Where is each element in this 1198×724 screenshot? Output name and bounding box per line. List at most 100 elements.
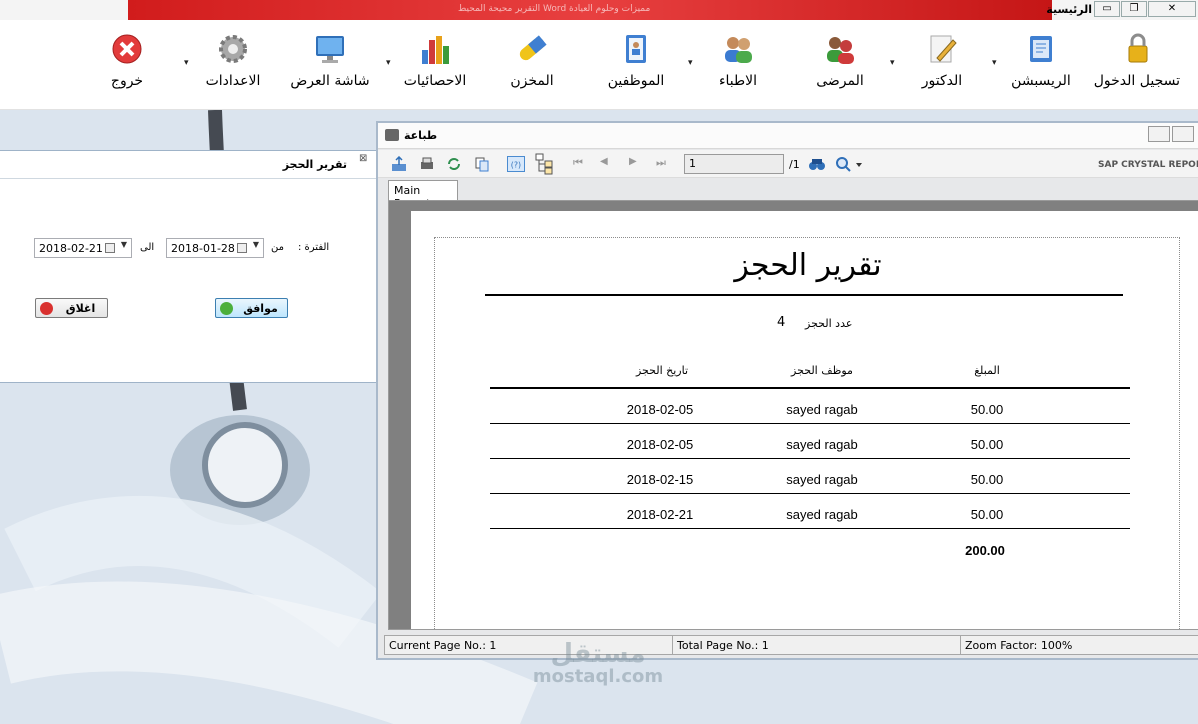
from-label: من	[271, 242, 284, 253]
toolbar-employees[interactable]: الموظفين	[604, 32, 668, 89]
previous-page-icon[interactable]: ◀	[600, 156, 618, 172]
chevron-down-icon[interactable]: ▾	[890, 58, 895, 68]
toolbar-exit[interactable]: خروج	[104, 32, 150, 89]
exit-icon	[112, 34, 142, 64]
dialog-close-icon[interactable]: ⊠	[359, 153, 373, 167]
chevron-down-icon[interactable]: ▾	[992, 58, 997, 68]
group-tree-icon[interactable]	[535, 153, 553, 175]
first-page-icon[interactable]: ⏮	[573, 156, 591, 172]
watermark-arabic: مستقل	[550, 639, 646, 669]
calendar-icon[interactable]	[237, 243, 247, 253]
address-book-icon	[626, 35, 646, 63]
banner: مميزات وحلوم العيادة Word التقرير محيحة …	[128, 0, 1052, 20]
calendar-icon[interactable]	[105, 243, 115, 253]
main-toolbar: تسجيل الدخول الريسبشن ▾ الدكتور ▾ المرضى…	[0, 20, 1198, 110]
gear-icon	[219, 35, 247, 63]
status-zoom: Zoom Factor: 100%	[965, 639, 1073, 652]
cell-date: 2018-02-05	[626, 402, 694, 417]
toolbar-settings-label: الاعدادات	[205, 73, 261, 89]
copy-icon[interactable]	[473, 156, 491, 172]
dialog-title: تقرير الحجز	[282, 158, 347, 171]
from-date-value: 2018-01-28	[171, 242, 235, 255]
print-icon[interactable]	[418, 156, 436, 172]
toolbar-doctors[interactable]: الاطباء	[706, 32, 770, 89]
close-icon	[40, 302, 53, 315]
notepad-icon	[1030, 36, 1052, 62]
dialog-titlebar: تقرير الحجز ⊠	[0, 151, 377, 179]
tab-main-report[interactable]: Main Report	[388, 180, 458, 210]
page-number-input[interactable]: 1	[684, 154, 784, 174]
toolbar-doctor[interactable]: الدكتور	[910, 32, 974, 89]
toolbar-doctors-label: الاطباء	[718, 73, 758, 89]
close-button[interactable]: ✕	[1148, 1, 1196, 17]
cell-amount: 50.00	[970, 507, 1004, 522]
refresh-icon[interactable]	[445, 156, 463, 172]
to-date-picker[interactable]: 2018-02-21 ▼	[34, 238, 132, 258]
period-label: الفترة :	[298, 242, 330, 253]
toolbar-patients[interactable]: المرضى	[808, 32, 872, 89]
cell-employee: sayed ragab	[786, 507, 858, 522]
export-icon[interactable]	[390, 156, 408, 172]
cell-amount: 50.00	[970, 402, 1004, 417]
app-title: الرئيسية	[1046, 3, 1092, 16]
status-total-pages: Total Page No.: 1	[673, 636, 961, 654]
toolbar-display-label: شاشة العرض	[290, 73, 370, 89]
table-row: 50.00 sayed ragab 2018-02-15	[490, 459, 1130, 494]
column-header-amount: المبلغ	[974, 364, 1000, 377]
close-dialog-button[interactable]: اغلاق	[35, 298, 108, 318]
binoculars-icon[interactable]	[808, 156, 826, 172]
table-row: 50.00 sayed ragab 2018-02-05	[490, 389, 1130, 424]
status-bar: Current Page No.: 1 Total Page No.: 1 Zo…	[384, 635, 1198, 655]
toolbar-store[interactable]: المخزن	[502, 32, 562, 89]
chevron-down-icon[interactable]: ▼	[253, 240, 259, 249]
chevron-down-icon[interactable]: ▾	[386, 58, 391, 68]
capsule-icon	[519, 35, 547, 61]
table-row: 50.00 sayed ragab 2018-02-21	[490, 494, 1130, 529]
restore-button[interactable]: ❐	[1121, 1, 1147, 17]
toolbar-reception[interactable]: الريسبشن	[1006, 32, 1076, 89]
sap-crystal-brand: SAP CRYSTAL REPOR	[1098, 160, 1198, 170]
chevron-down-icon[interactable]: ▼	[121, 240, 127, 249]
toolbar-reception-label: الريسبشن	[1011, 73, 1071, 89]
chevron-down-icon[interactable]: ▾	[688, 58, 693, 68]
bar-chart-icon	[422, 36, 449, 64]
group-tree-toggle-icon[interactable]: (?)	[507, 156, 525, 172]
chevron-down-icon[interactable]: ▾	[184, 58, 189, 68]
maximize-button[interactable]	[1172, 126, 1194, 142]
column-header-employee: موظف الحجز	[791, 364, 853, 377]
cell-employee: sayed ragab	[786, 437, 858, 452]
close-dialog-button-label: اغلاق	[65, 302, 96, 315]
lock-icon	[1128, 33, 1148, 63]
minimize-button[interactable]: ▭	[1094, 1, 1120, 17]
toolbar-statistics-label: الاحصائيات	[403, 73, 467, 89]
printer-icon	[385, 129, 399, 141]
cell-employee: sayed ragab	[786, 402, 858, 417]
toolbar-employees-label: الموظفين	[607, 73, 665, 89]
watermark-latin: mostaql.com	[532, 666, 664, 687]
next-page-icon[interactable]: ▶	[629, 156, 647, 172]
cell-date: 2018-02-21	[626, 507, 694, 522]
toolbar-display[interactable]: شاشة العرض	[290, 32, 370, 89]
report-title: تقرير الحجز	[734, 248, 882, 283]
last-page-icon[interactable]: ⏭	[656, 156, 674, 172]
watermark: مستقل mostaql.com	[528, 640, 668, 686]
from-date-picker[interactable]: 2018-01-28 ▼	[166, 238, 264, 258]
toolbar-patients-label: المرضى	[816, 73, 864, 89]
toolbar-login-label: تسجيل الدخول	[1093, 73, 1180, 89]
booking-count-label: عدد الحجز	[805, 317, 853, 330]
ok-button[interactable]: موافق	[215, 298, 288, 318]
column-header-date: تاريخ الحجز	[635, 364, 689, 377]
print-window-titlebar: طباعة	[378, 123, 1198, 149]
cell-date: 2018-02-05	[626, 437, 694, 452]
toolbar-statistics[interactable]: الاحصائيات	[400, 32, 470, 89]
minimize-button[interactable]	[1148, 126, 1170, 142]
booking-report-dialog: تقرير الحجز ⊠	[0, 150, 378, 383]
report-viewer: تقرير الحجز عدد الحجز 4 المبلغ موظف الحج…	[388, 200, 1198, 630]
toolbar-login[interactable]: تسجيل الدخول	[1093, 32, 1180, 89]
print-window-title: طباعة	[404, 129, 438, 142]
doctors-icon	[725, 37, 752, 63]
zoom-icon[interactable]	[835, 156, 863, 172]
to-label: الى	[140, 242, 155, 253]
ok-button-label: موافق	[243, 302, 278, 315]
toolbar-settings[interactable]: الاعدادات	[202, 32, 264, 89]
